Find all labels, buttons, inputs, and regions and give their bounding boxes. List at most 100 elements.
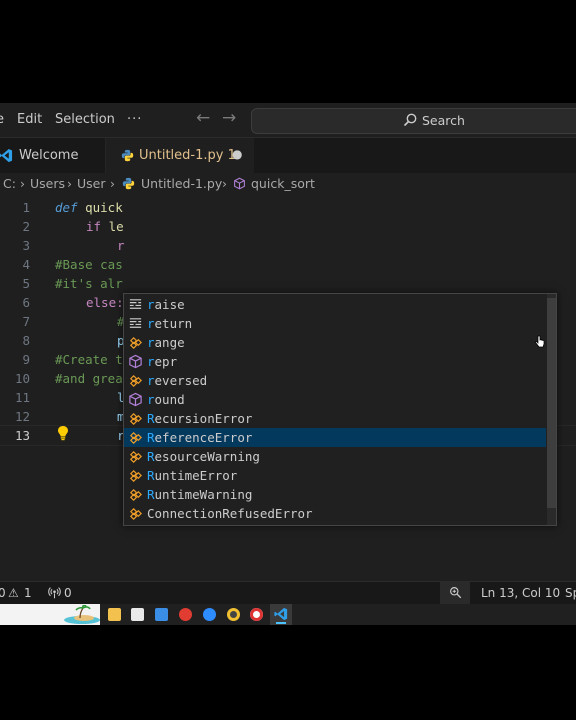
- warning-count[interactable]: 1: [24, 586, 32, 600]
- class-icon: [129, 412, 142, 425]
- vscode-taskbar-button[interactable]: [270, 604, 292, 625]
- match-highlight: r: [147, 392, 155, 407]
- suggestion-label: return: [147, 316, 193, 331]
- taskbar-search-field[interactable]: [0, 604, 100, 625]
- breadcrumb-item[interactable]: Users: [30, 176, 65, 191]
- line-number: 13: [14, 428, 30, 443]
- suggestion-item[interactable]: return: [124, 314, 546, 333]
- suggestion-label: RuntimeError: [147, 468, 238, 483]
- menu-file[interactable]: e: [0, 112, 4, 127]
- class-icon: [129, 336, 142, 349]
- function-cube-icon: [129, 354, 142, 369]
- os-taskbar: [0, 604, 576, 625]
- suggestion-item[interactable]: repr: [124, 352, 546, 371]
- warning-icon: ⚠: [8, 586, 19, 600]
- vscode-window: e Edit Selection ··· ← → Search Welcome: [0, 103, 576, 625]
- match-highlight: R: [147, 468, 155, 483]
- line-number: 12: [14, 409, 30, 424]
- line-number: 3: [22, 238, 30, 253]
- suggestion-label: ConnectionRefusedError: [147, 506, 313, 521]
- code-line[interactable]: #Create t: [55, 352, 123, 367]
- match-highlight: R: [147, 487, 155, 502]
- broadcast-icon[interactable]: [48, 586, 61, 599]
- class-icon: [129, 431, 142, 444]
- indent-spaces[interactable]: Sp: [565, 586, 576, 600]
- line-number: 8: [22, 333, 30, 348]
- mail-icon[interactable]: [155, 608, 168, 621]
- forward-arrow-icon[interactable]: →: [222, 108, 236, 128]
- zoom-in-icon: [450, 587, 462, 599]
- class-icon: [129, 450, 142, 463]
- suggestion-label: ResourceWarning: [147, 449, 260, 464]
- menu-more[interactable]: ···: [127, 112, 142, 127]
- menu-edit[interactable]: Edit: [17, 112, 42, 127]
- class-icon: [129, 469, 142, 482]
- keyword-icon: [129, 299, 142, 309]
- suggestion-label: repr: [147, 354, 178, 369]
- tab-label: Welcome: [19, 148, 79, 163]
- zoom-indicator[interactable]: [440, 582, 470, 604]
- suggestion-item[interactable]: RuntimeError: [124, 466, 546, 485]
- suggestion-label: reversed: [147, 373, 208, 388]
- suggestion-item-selected[interactable]: ReferenceError: [124, 428, 546, 447]
- python-file-icon: [122, 177, 135, 190]
- editor-tab-bar: Welcome Untitled-1.py 1 ●: [0, 138, 576, 173]
- suggestion-label: RecursionError: [147, 411, 253, 426]
- lightbulb-icon[interactable]: [56, 425, 70, 441]
- match-highlight: r: [147, 354, 155, 369]
- breadcrumb-separator: ›: [67, 176, 72, 191]
- cursor-position[interactable]: Ln 13, Col 10: [481, 586, 560, 600]
- suggestion-item[interactable]: RecursionError: [124, 409, 546, 428]
- breadcrumb-separator: ›: [20, 176, 25, 191]
- breadcrumb-item[interactable]: quick_sort: [251, 176, 315, 191]
- yandex-browser-icon[interactable]: [179, 608, 192, 621]
- code-line[interactable]: #Base cas: [55, 257, 123, 272]
- line-number: 7: [22, 314, 30, 329]
- status-bar: 0 ⚠ 1 0 Ln 13, Col 10 Sp: [0, 581, 576, 604]
- ports-count[interactable]: 0: [64, 586, 72, 600]
- suggestion-item[interactable]: ConnectionRefusedError: [124, 504, 546, 523]
- suggestion-item[interactable]: ResourceWarning: [124, 447, 546, 466]
- suggestion-item[interactable]: round: [124, 390, 546, 409]
- line-number: 2: [22, 219, 30, 234]
- breadcrumb-item[interactable]: User: [77, 176, 106, 191]
- title-bar: e Edit Selection ··· ← → Search: [0, 103, 576, 138]
- tab-welcome[interactable]: Welcome: [0, 138, 106, 173]
- suggestion-scrollbar[interactable]: [547, 294, 556, 525]
- file-explorer-icon[interactable]: [108, 608, 121, 621]
- suggestion-item[interactable]: range: [124, 333, 546, 352]
- code-line[interactable]: #and grea: [55, 371, 123, 386]
- code-line[interactable]: if le: [86, 219, 124, 234]
- scrollbar-thumb[interactable]: [547, 298, 556, 508]
- suggestion-item[interactable]: reversed: [124, 371, 546, 390]
- line-number: 6: [22, 295, 30, 310]
- keyword-icon: [129, 318, 142, 328]
- code-token: def: [55, 200, 78, 215]
- breadcrumb-item[interactable]: Untitled-1.py: [141, 176, 222, 191]
- autocomplete-suggestions[interactable]: raise return range repr reversed round R…: [123, 293, 557, 526]
- tab-untitled-1[interactable]: Untitled-1.py 1 ●: [106, 138, 254, 173]
- line-number: 5: [22, 276, 30, 291]
- search-icon: [403, 113, 417, 127]
- function-cube-icon: [129, 392, 142, 407]
- unsaved-dot-icon[interactable]: ●: [232, 147, 242, 161]
- code-line[interactable]: #it's alr: [55, 276, 123, 291]
- settings-app-icon[interactable]: [227, 608, 240, 621]
- code-line[interactable]: def quick: [55, 200, 123, 215]
- suggestion-item[interactable]: raise: [124, 295, 546, 314]
- line-number: 1: [22, 200, 30, 215]
- match-highlight: r: [147, 297, 155, 312]
- chrome-icon[interactable]: [250, 608, 263, 621]
- store-icon[interactable]: [131, 608, 144, 621]
- zoom-app-icon[interactable]: [203, 608, 216, 621]
- breadcrumb-item[interactable]: C:: [3, 176, 16, 191]
- suggestion-item[interactable]: RuntimeWarning: [124, 485, 546, 504]
- code-line[interactable]: r: [117, 238, 125, 253]
- line-number: 9: [22, 352, 30, 367]
- back-arrow-icon[interactable]: ←: [196, 108, 210, 128]
- line-number: 10: [14, 371, 30, 386]
- code-line[interactable]: else:: [86, 295, 124, 310]
- error-count[interactable]: 0: [0, 586, 6, 600]
- command-center-search[interactable]: Search: [251, 108, 576, 134]
- menu-selection[interactable]: Selection: [55, 112, 115, 127]
